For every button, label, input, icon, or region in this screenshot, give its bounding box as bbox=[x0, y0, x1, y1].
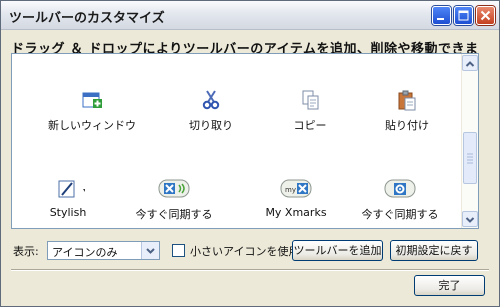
maximize-button[interactable] bbox=[454, 6, 473, 25]
palette-item-sync-settings[interactable]: 今すぐ同期する bbox=[352, 178, 448, 222]
my-xmarks-icon: my bbox=[280, 179, 312, 198]
palette-item-paste[interactable]: 貼り付け bbox=[359, 89, 455, 133]
restore-defaults-button[interactable]: 初期設定に戻す bbox=[390, 240, 478, 261]
scroll-down-button[interactable] bbox=[462, 211, 478, 227]
small-icons-checkbox[interactable] bbox=[172, 244, 185, 257]
minimize-icon bbox=[437, 18, 444, 20]
palette-scrollbar[interactable] bbox=[461, 54, 478, 228]
sync-gear-icon bbox=[384, 179, 416, 198]
close-button[interactable] bbox=[476, 6, 495, 25]
scroll-up-button[interactable] bbox=[462, 55, 478, 71]
palette-item-stylish[interactable]: Stylish bbox=[20, 178, 116, 219]
chevron-up-icon bbox=[465, 61, 475, 67]
small-icons-label: 小さいアイコンを使用 bbox=[190, 245, 300, 258]
palette-item-label: 今すぐ同期する bbox=[361, 208, 439, 221]
palette-item-label: My Xmarks bbox=[265, 206, 327, 219]
close-icon bbox=[480, 10, 491, 21]
chevron-down-icon bbox=[146, 248, 155, 254]
window-title: ツールバーのカスタマイズ bbox=[9, 11, 165, 26]
paste-icon bbox=[398, 90, 416, 111]
stylish-icon bbox=[58, 180, 87, 198]
palette-item-label: Stylish bbox=[49, 206, 87, 219]
svg-text:my: my bbox=[285, 186, 296, 194]
toolbar-items-palette[interactable]: 新しいウィンドウ 切り取り コピー 貼り付け Stylish 今すぐ同期する m… bbox=[11, 53, 479, 229]
chevron-down-icon bbox=[465, 217, 475, 223]
footer-divider bbox=[11, 269, 489, 271]
customize-toolbar-dialog: ツールバーのカスタマイズ ドラッグ ＆ ドロップによりツールバーのアイテムを追加… bbox=[0, 0, 500, 307]
palette-item-label: 貼り付け bbox=[385, 119, 429, 132]
copy-icon bbox=[302, 90, 319, 110]
palette-item-copy[interactable]: コピー bbox=[262, 89, 358, 133]
palette-item-label: 新しいウィンドウ bbox=[48, 119, 136, 132]
palette-item-label: 今すぐ同期する bbox=[135, 208, 213, 221]
xmarks-sync-icon bbox=[158, 179, 190, 198]
palette-item-new-window[interactable]: 新しいウィンドウ bbox=[44, 89, 140, 133]
scroll-thumb[interactable] bbox=[463, 132, 477, 184]
title-bar[interactable]: ツールバーのカスタマイズ bbox=[1, 1, 499, 30]
show-mode-select[interactable]: アイコンのみ bbox=[47, 241, 160, 260]
show-mode-value: アイコンのみ bbox=[52, 246, 118, 259]
palette-item-label: 切り取り bbox=[189, 119, 233, 132]
grip-icon bbox=[467, 153, 473, 164]
select-dropdown-button[interactable] bbox=[141, 242, 159, 259]
new-window-icon bbox=[82, 92, 102, 108]
palette-item-label: コピー bbox=[293, 119, 327, 132]
palette-item-cut[interactable]: 切り取り bbox=[163, 89, 259, 133]
minimize-button[interactable] bbox=[432, 6, 451, 25]
scissors-icon bbox=[202, 90, 220, 110]
done-button[interactable]: 完了 bbox=[414, 275, 485, 296]
palette-item-xmarks-sync[interactable]: 今すぐ同期する bbox=[126, 178, 222, 222]
palette-item-my-xmarks[interactable]: my My Xmarks bbox=[248, 178, 344, 219]
show-label: 表示: bbox=[13, 245, 39, 258]
maximize-icon bbox=[458, 10, 469, 21]
add-toolbar-button[interactable]: ツールバーを追加 bbox=[292, 240, 383, 261]
